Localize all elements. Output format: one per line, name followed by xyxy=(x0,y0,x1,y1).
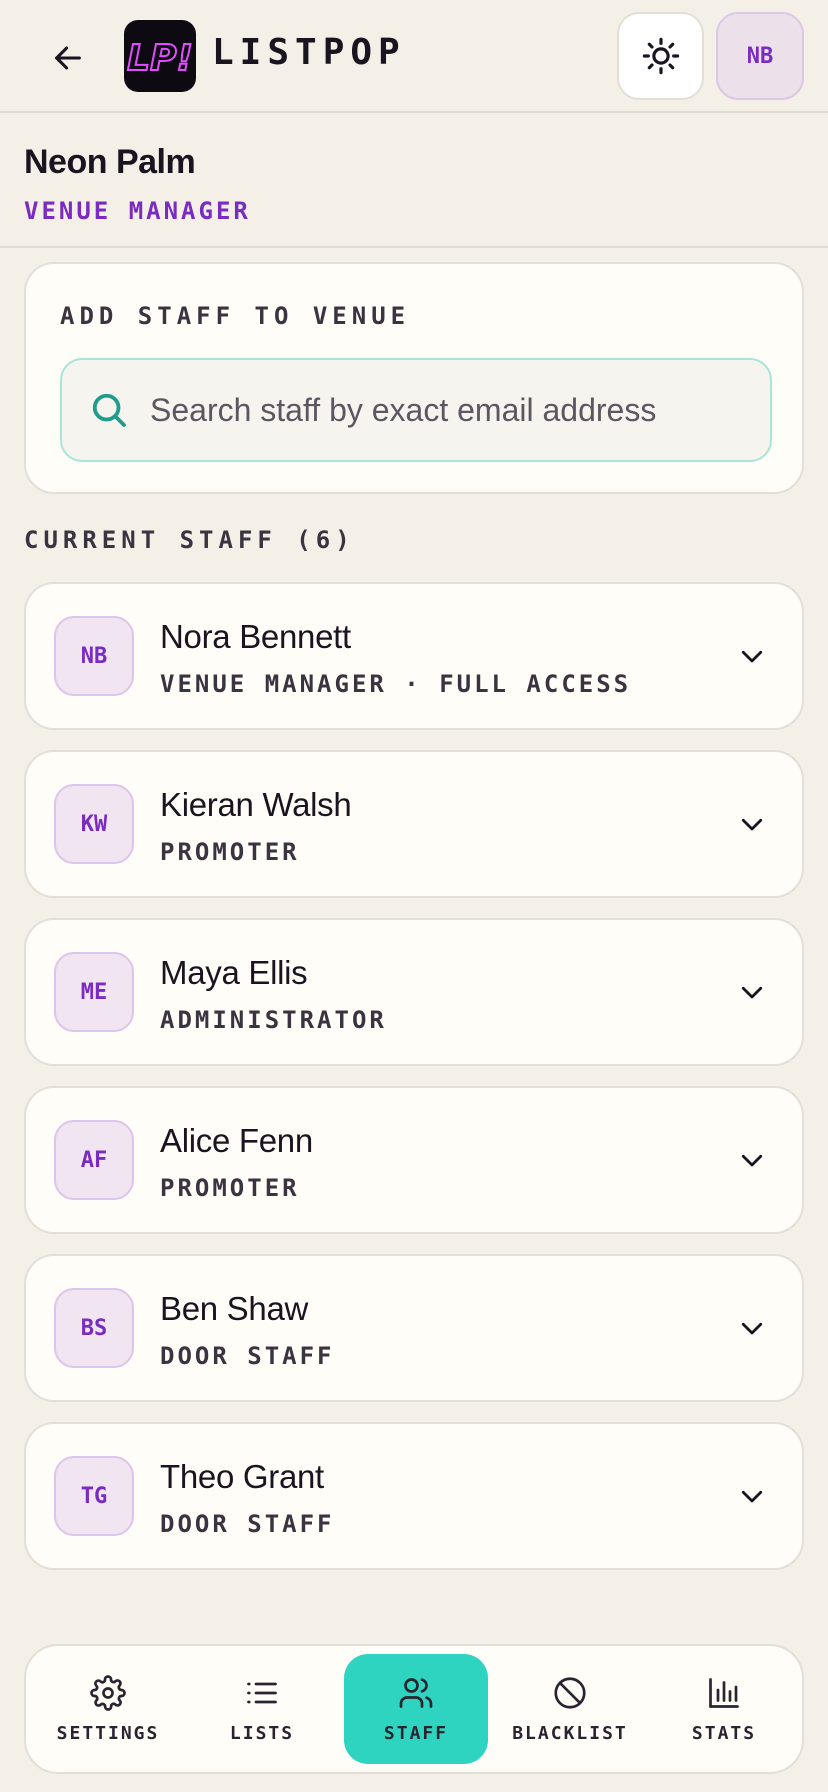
staff-avatar: TG xyxy=(54,1456,134,1536)
venue-header: Neon Palm VENUE MANAGER xyxy=(0,113,828,248)
staff-search-box[interactable] xyxy=(60,358,772,462)
current-staff-heading: CURRENT STAFF (6) xyxy=(24,526,355,554)
staff-name: Kieran Walsh xyxy=(160,786,352,823)
chevron-down-icon xyxy=(741,1490,763,1503)
staff-card[interactable]: AF Alice Fenn PROMOTER xyxy=(24,1086,804,1234)
bar-chart-icon xyxy=(709,1677,739,1708)
staff-role: PROMOTER xyxy=(160,1174,300,1202)
staff-name: Ben Shaw xyxy=(160,1290,309,1327)
staff-name: Maya Ellis xyxy=(160,954,308,991)
expand-button[interactable] xyxy=(734,1478,770,1514)
logo-text: LP! xyxy=(127,38,193,79)
staff-card[interactable]: BS Ben Shaw DOOR STAFF xyxy=(24,1254,804,1402)
staff-avatar: ME xyxy=(54,952,134,1032)
nav-label: STATS xyxy=(691,1722,757,1744)
chevron-down-icon xyxy=(741,986,763,999)
staff-avatar: AF xyxy=(54,1120,134,1200)
logo-mark: LP! xyxy=(126,37,194,80)
staff-card[interactable]: TG Theo Grant DOOR STAFF xyxy=(24,1422,804,1570)
chevron-down-icon xyxy=(741,1154,763,1167)
staff-role: VENUE MANAGER · FULL ACCESS xyxy=(160,670,632,698)
users-icon xyxy=(399,1677,433,1708)
expand-button[interactable] xyxy=(734,638,770,674)
top-bar: LP! LISTPOP NB xyxy=(0,0,828,113)
staff-card[interactable]: NB Nora Bennett VENUE MANAGER · FULL ACC… xyxy=(24,582,804,730)
staff-search-input[interactable] xyxy=(150,391,670,429)
nav-staff[interactable]: STAFF xyxy=(344,1654,488,1764)
venue-role: VENUE MANAGER xyxy=(24,197,251,225)
nav-label: BLACKLIST xyxy=(512,1722,628,1744)
search-icon xyxy=(92,393,126,427)
expand-button[interactable] xyxy=(734,1310,770,1346)
chevron-down-icon xyxy=(741,818,763,831)
nav-lists[interactable]: LISTS xyxy=(190,1654,334,1764)
brand-name: LISTPOP xyxy=(212,32,406,73)
staff-name: Theo Grant xyxy=(160,1458,324,1495)
gear-icon xyxy=(90,1674,126,1711)
nav-stats[interactable]: STATS xyxy=(652,1654,796,1764)
nav-label: LISTS xyxy=(229,1722,295,1744)
staff-avatar: NB xyxy=(54,616,134,696)
add-staff-title: ADD STAFF TO VENUE xyxy=(60,302,411,330)
nav-blacklist[interactable]: BLACKLIST xyxy=(498,1654,642,1764)
staff-card[interactable]: ME Maya Ellis ADMINISTRATOR xyxy=(24,918,804,1066)
expand-button[interactable] xyxy=(734,806,770,842)
staff-role: DOOR STAFF xyxy=(160,1342,335,1370)
back-button[interactable] xyxy=(40,30,96,86)
list-icon xyxy=(247,1682,277,1703)
staff-name: Alice Fenn xyxy=(160,1122,313,1159)
staff-role: ADMINISTRATOR xyxy=(160,1006,387,1034)
expand-button[interactable] xyxy=(734,1142,770,1178)
staff-list: NB Nora Bennett VENUE MANAGER · FULL ACC… xyxy=(24,582,804,1590)
chevron-down-icon xyxy=(741,650,763,663)
staff-avatar: BS xyxy=(54,1288,134,1368)
expand-button[interactable] xyxy=(734,974,770,1010)
theme-toggle-button[interactable] xyxy=(617,12,704,100)
staff-avatar: KW xyxy=(54,784,134,864)
add-staff-card: ADD STAFF TO VENUE xyxy=(24,262,804,494)
arrow-left-icon xyxy=(55,46,81,70)
nav-settings[interactable]: SETTINGS xyxy=(36,1654,180,1764)
app-logo[interactable]: LP! xyxy=(124,20,196,92)
venue-name: Neon Palm xyxy=(24,143,196,181)
user-avatar-button[interactable]: NB xyxy=(716,12,804,100)
staff-role: DOOR STAFF xyxy=(160,1510,335,1538)
staff-name: Nora Bennett xyxy=(160,618,351,655)
bottom-nav: SETTINGS LISTS STAFF BLACKLIST STATS xyxy=(24,1644,804,1774)
sun-icon xyxy=(642,37,679,75)
ban-icon xyxy=(554,1676,586,1709)
chevron-down-icon xyxy=(741,1322,763,1335)
staff-role: PROMOTER xyxy=(160,838,300,866)
nav-label: STAFF xyxy=(383,1722,449,1744)
nav-label: SETTINGS xyxy=(56,1722,160,1744)
staff-card[interactable]: KW Kieran Walsh PROMOTER xyxy=(24,750,804,898)
